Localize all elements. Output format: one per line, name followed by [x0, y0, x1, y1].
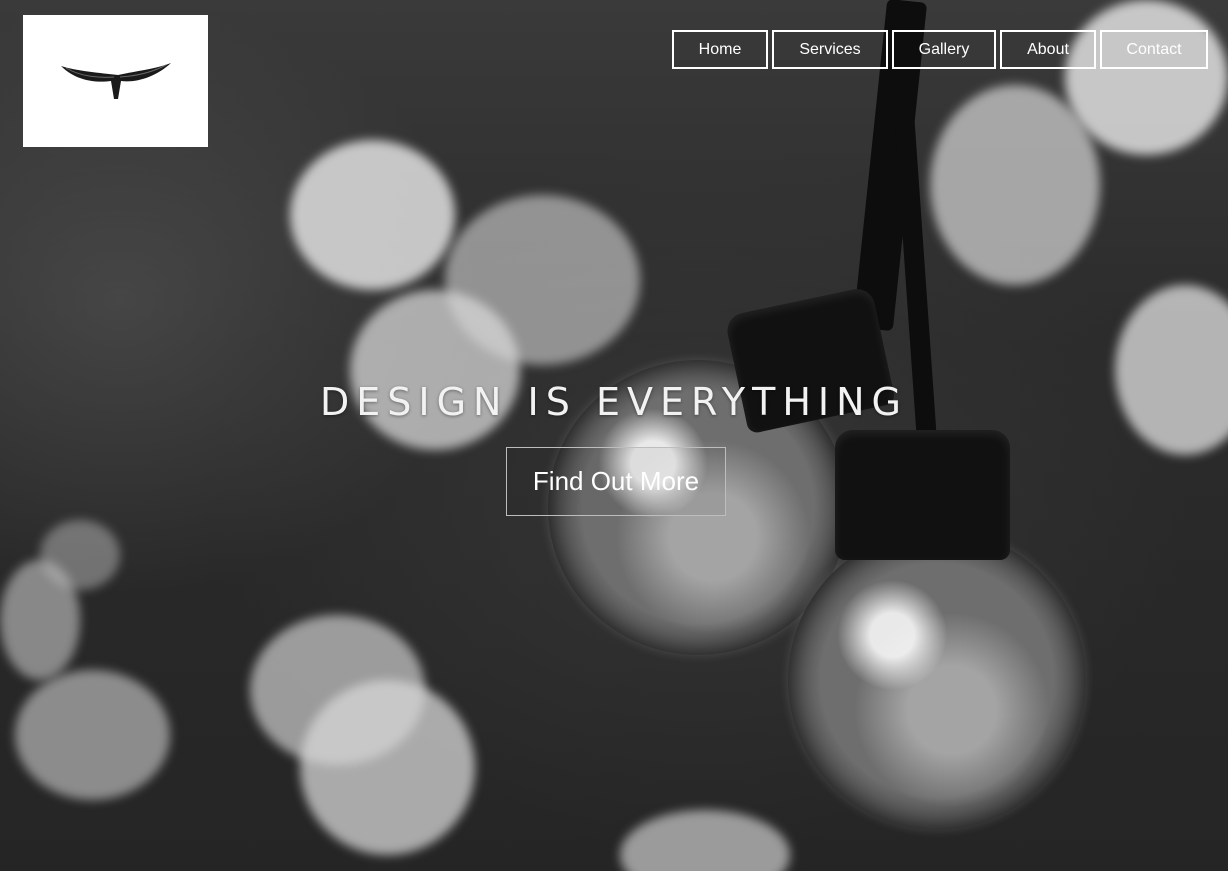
bokeh-light — [1065, 0, 1228, 155]
bokeh-light — [15, 670, 170, 800]
bokeh-light — [290, 140, 455, 290]
bokeh-light — [350, 290, 520, 450]
hero-headline: DESIGN IS EVERYTHING — [319, 380, 909, 424]
site-logo[interactable] — [23, 15, 208, 147]
bokeh-light — [40, 520, 120, 590]
nav-services[interactable]: Services — [772, 30, 888, 69]
whale-tail-icon — [60, 63, 171, 99]
main-nav: Home Services Gallery About Contact — [672, 30, 1208, 69]
bokeh-light — [620, 810, 790, 871]
nav-gallery[interactable]: Gallery — [892, 30, 996, 69]
nav-about[interactable]: About — [1000, 30, 1096, 69]
bokeh-light — [300, 680, 475, 855]
nav-home[interactable]: Home — [672, 30, 768, 69]
light-bulb — [788, 530, 1086, 830]
nav-contact[interactable]: Contact — [1100, 30, 1208, 69]
bokeh-light — [1115, 285, 1228, 455]
bulb-socket — [835, 430, 1010, 560]
find-out-more-button[interactable]: Find Out More — [506, 447, 726, 516]
